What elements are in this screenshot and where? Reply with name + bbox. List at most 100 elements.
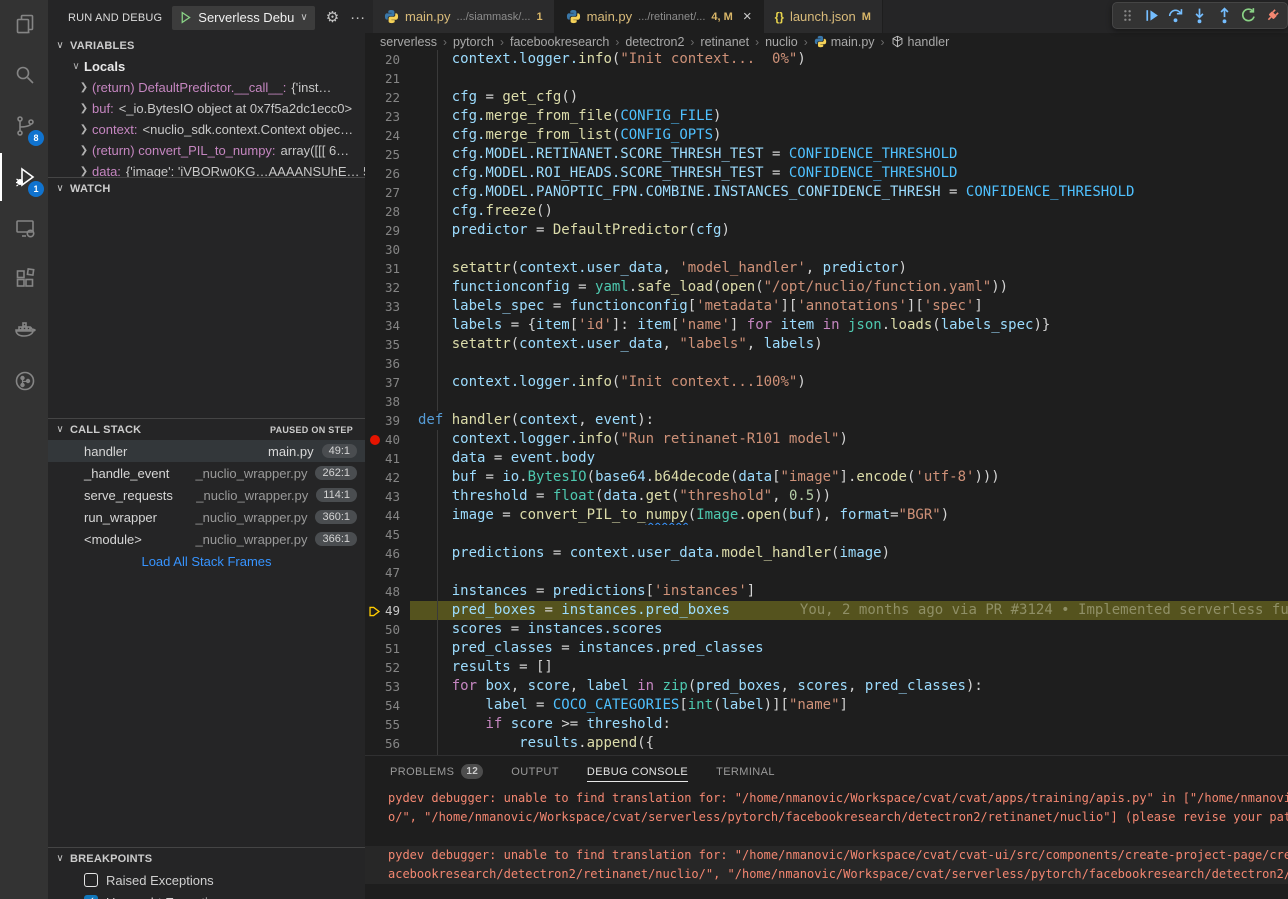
code-line-content: for box, score, label in zip(pred_boxes,…: [410, 677, 1288, 696]
docker-icon[interactable]: [0, 306, 48, 354]
tab-main-py-retinanet[interactable]: main.py .../retinanet/... 4, M ×: [555, 0, 764, 33]
gutter[interactable]: 45: [365, 525, 410, 544]
variable-row[interactable]: ❯context:<nuclio_sdk.context.Context obj…: [48, 119, 365, 140]
breakpoints-section-header[interactable]: ∨ BREAKPOINTS: [48, 848, 365, 869]
gutter[interactable]: 47: [365, 563, 410, 582]
console-line: o/", "/home/nmanovic/Workspace/cvat/serv…: [365, 808, 1288, 827]
search-icon[interactable]: [0, 51, 48, 99]
step-out-button[interactable]: [1213, 4, 1235, 27]
tab-terminal[interactable]: TERMINAL: [716, 756, 775, 787]
breadcrumb-handler[interactable]: handler: [908, 35, 950, 49]
breadcrumb-serverless[interactable]: serverless: [380, 35, 437, 49]
gutter[interactable]: 34: [365, 316, 410, 335]
gutter[interactable]: 44: [365, 506, 410, 525]
breadcrumb-pytorch[interactable]: pytorch: [453, 35, 494, 49]
remote-explorer-icon[interactable]: [0, 204, 48, 252]
stack-frame-row[interactable]: _handle_event_nuclio_wrapper.py262:1: [48, 462, 365, 484]
gutter[interactable]: 33: [365, 297, 410, 316]
stack-frame-row[interactable]: <module>_nuclio_wrapper.py366:1: [48, 528, 365, 550]
gutter[interactable]: 20: [365, 50, 410, 69]
gutter[interactable]: 40: [365, 430, 410, 449]
stack-frame-row[interactable]: handlermain.py49:1: [48, 440, 365, 462]
tab-main-py-siammask[interactable]: main.py .../siammask/... 1: [373, 0, 555, 33]
breakpoint-uncaught-exceptions[interactable]: ✓ Uncaught Exceptions: [48, 891, 365, 899]
code-line: 22 cfg = get_cfg(): [365, 88, 1288, 107]
gutter[interactable]: 26: [365, 164, 410, 183]
gutter[interactable]: 30: [365, 240, 410, 259]
watch-section-header[interactable]: ∨ WATCH: [48, 178, 365, 199]
tab-problems[interactable]: PROBLEMS 12: [390, 756, 483, 787]
debug-config-dropdown[interactable]: Serverless Debu ∨: [172, 6, 314, 30]
code-editor[interactable]: 20 context.logger.info("Init context... …: [365, 50, 1288, 755]
run-and-debug-icon[interactable]: 1: [0, 153, 48, 201]
code-line-content: functionconfig = yaml.safe_load(open("/o…: [410, 278, 1288, 297]
breadcrumb-facebookresearch[interactable]: facebookresearch: [510, 35, 609, 49]
gutter[interactable]: 36: [365, 354, 410, 373]
breadcrumb-nuclio[interactable]: nuclio: [765, 35, 798, 49]
more-actions-icon[interactable]: ···: [350, 10, 365, 25]
gutter[interactable]: 35: [365, 335, 410, 354]
variables-section-header[interactable]: ∨ VARIABLES: [48, 35, 365, 56]
checkbox-checked[interactable]: ✓: [84, 895, 98, 899]
continue-button[interactable]: [1140, 4, 1162, 27]
gutter[interactable]: 23: [365, 107, 410, 126]
start-debug-icon[interactable]: [179, 11, 192, 24]
variable-row[interactable]: ❯data:{'image': 'iVBORw0KG…AAAANSUhE… 55: [48, 161, 365, 177]
gutter[interactable]: 55: [365, 715, 410, 734]
gutter[interactable]: 41: [365, 449, 410, 468]
gutter[interactable]: 21: [365, 69, 410, 88]
tab-debug-console[interactable]: DEBUG CONSOLE: [587, 756, 688, 787]
variables-title: VARIABLES: [70, 40, 135, 52]
gutter[interactable]: 51: [365, 639, 410, 658]
gutter[interactable]: 49: [365, 601, 410, 620]
gutter[interactable]: 43: [365, 487, 410, 506]
disconnect-button[interactable]: [1262, 4, 1284, 27]
tab-launch-json[interactable]: {} launch.json M: [764, 0, 883, 33]
gutter[interactable]: 29: [365, 221, 410, 240]
explorer-icon[interactable]: [0, 0, 48, 48]
restart-button[interactable]: [1237, 4, 1259, 27]
variable-row[interactable]: ❯(return) convert_PIL_to_numpy:array([[[…: [48, 140, 365, 161]
gutter[interactable]: 54: [365, 696, 410, 715]
call-stack-section-header[interactable]: ∨ CALL STACK PAUSED ON STEP: [48, 419, 365, 440]
step-over-button[interactable]: [1165, 4, 1187, 27]
checkbox-unchecked[interactable]: [84, 873, 98, 887]
stack-frame-row[interactable]: run_wrapper_nuclio_wrapper.py360:1: [48, 506, 365, 528]
source-control-icon[interactable]: 8: [0, 102, 48, 150]
gutter[interactable]: 50: [365, 620, 410, 639]
code-line: 25 cfg.MODEL.RETINANET.SCORE_THRESH_TEST…: [365, 145, 1288, 164]
gutter[interactable]: 27: [365, 183, 410, 202]
gutter[interactable]: 25: [365, 145, 410, 164]
gear-icon[interactable]: ⚙: [326, 10, 339, 25]
code-line-content: [410, 525, 1288, 544]
gutter[interactable]: 52: [365, 658, 410, 677]
gutter[interactable]: 22: [365, 88, 410, 107]
tab-output[interactable]: OUTPUT: [511, 756, 559, 787]
gutter[interactable]: 39: [365, 411, 410, 430]
variables-scope-locals[interactable]: ∨ Locals: [48, 56, 365, 77]
stack-frame-row[interactable]: serve_requests_nuclio_wrapper.py114:1: [48, 484, 365, 506]
toolbar-drag-handle[interactable]: [1116, 4, 1138, 27]
gutter[interactable]: 24: [365, 126, 410, 145]
load-all-stack-frames-link[interactable]: Load All Stack Frames: [48, 550, 365, 572]
gutter[interactable]: 38: [365, 392, 410, 411]
gutter[interactable]: 32: [365, 278, 410, 297]
git-graph-icon[interactable]: [0, 357, 48, 405]
breadcrumb-retinanet[interactable]: retinanet: [700, 35, 749, 49]
breakpoint-raised-exceptions[interactable]: Raised Exceptions: [48, 869, 365, 891]
gutter[interactable]: 56: [365, 734, 410, 753]
gutter[interactable]: 46: [365, 544, 410, 563]
gutter[interactable]: 48: [365, 582, 410, 601]
breadcrumb-detectron2[interactable]: detectron2: [625, 35, 684, 49]
variable-row[interactable]: ❯(return) DefaultPredictor.__call__:{'in…: [48, 77, 365, 98]
variable-row[interactable]: ❯buf:<_io.BytesIO object at 0x7f5a2dc1ec…: [48, 98, 365, 119]
extensions-icon[interactable]: [0, 255, 48, 303]
step-into-button[interactable]: [1189, 4, 1211, 27]
gutter[interactable]: 37: [365, 373, 410, 392]
gutter[interactable]: 28: [365, 202, 410, 221]
close-tab-icon[interactable]: ×: [743, 8, 752, 25]
gutter[interactable]: 53: [365, 677, 410, 696]
gutter[interactable]: 42: [365, 468, 410, 487]
gutter[interactable]: 31: [365, 259, 410, 278]
breadcrumb-main-py[interactable]: main.py: [831, 35, 875, 49]
